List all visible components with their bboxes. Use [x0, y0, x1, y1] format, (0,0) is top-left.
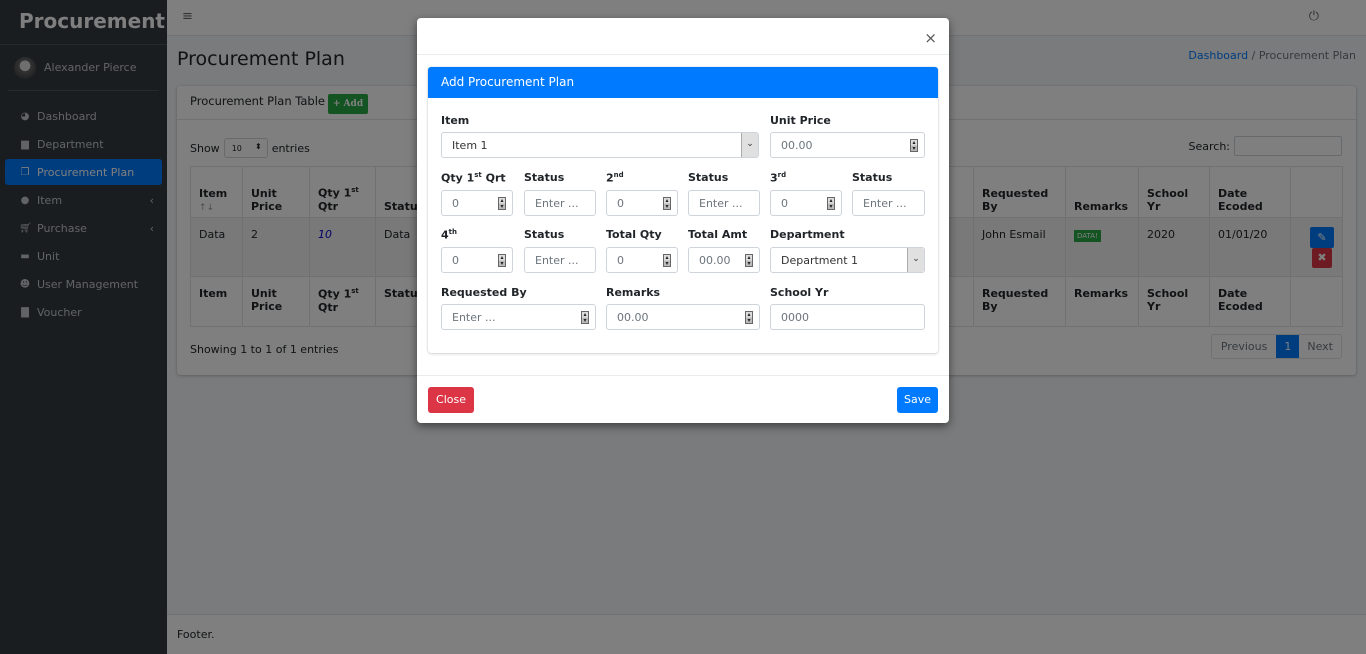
- save-button[interactable]: Save: [897, 387, 938, 413]
- spinner-icon[interactable]: ▴ ▾: [498, 254, 506, 267]
- chevron-down-icon: ⌄: [741, 133, 758, 157]
- spinner-icon[interactable]: ▴ ▾: [663, 197, 671, 210]
- spinner-icon[interactable]: ▴ ▾: [663, 254, 671, 267]
- qty-2nd-input[interactable]: 0 ▴ ▾: [606, 190, 678, 216]
- status-1st-input[interactable]: Enter ...: [524, 190, 596, 216]
- close-button[interactable]: Close: [428, 387, 474, 413]
- requested-by-input[interactable]: Enter ... ▴ ▾: [441, 304, 596, 330]
- item-label: Item: [441, 114, 470, 127]
- remarks-input[interactable]: 00.00 ▴ ▾: [606, 304, 760, 330]
- add-procurement-modal: × Add Procurement Plan Item Item 1 ⌄ Unit…: [417, 18, 949, 423]
- total-amt-input[interactable]: 00.00 ▴ ▾: [688, 247, 760, 273]
- spinner-icon[interactable]: ▴ ▾: [498, 197, 506, 210]
- status-3rd-input[interactable]: Enter ...: [852, 190, 925, 216]
- spinner-icon[interactable]: ▴ ▾: [581, 311, 589, 324]
- school-yr-input[interactable]: 0000: [770, 304, 925, 330]
- spinner-icon[interactable]: ▴ ▾: [745, 254, 753, 267]
- unit-price-input[interactable]: 00.00 ▴ ▾: [770, 132, 925, 158]
- modal-footer-divider: [417, 375, 949, 376]
- unit-price-label: Unit Price: [770, 114, 831, 127]
- spinner-icon[interactable]: ▴ ▾: [827, 197, 835, 210]
- spinner-icon[interactable]: ▴ ▾: [910, 139, 918, 152]
- status-4th-input[interactable]: Enter ...: [524, 247, 596, 273]
- form-fields: Item Item 1 ⌄ Unit Price 00.00 ▴ ▾ Qty 1st …: [417, 18, 949, 423]
- item-select[interactable]: Item 1 ⌄: [441, 132, 759, 158]
- qty-4th-input[interactable]: 0 ▴ ▾: [441, 247, 513, 273]
- chevron-down-icon: ⌄: [907, 248, 924, 272]
- qty-1st-input[interactable]: 0 ▴ ▾: [441, 190, 513, 216]
- total-qty-input[interactable]: 0 ▴ ▾: [606, 247, 678, 273]
- department-select[interactable]: Department 1 ⌄: [770, 247, 925, 273]
- spinner-icon[interactable]: ▴ ▾: [745, 311, 753, 324]
- qty-3rd-input[interactable]: 0 ▴ ▾: [770, 190, 842, 216]
- status-2nd-input[interactable]: Enter ...: [688, 190, 760, 216]
